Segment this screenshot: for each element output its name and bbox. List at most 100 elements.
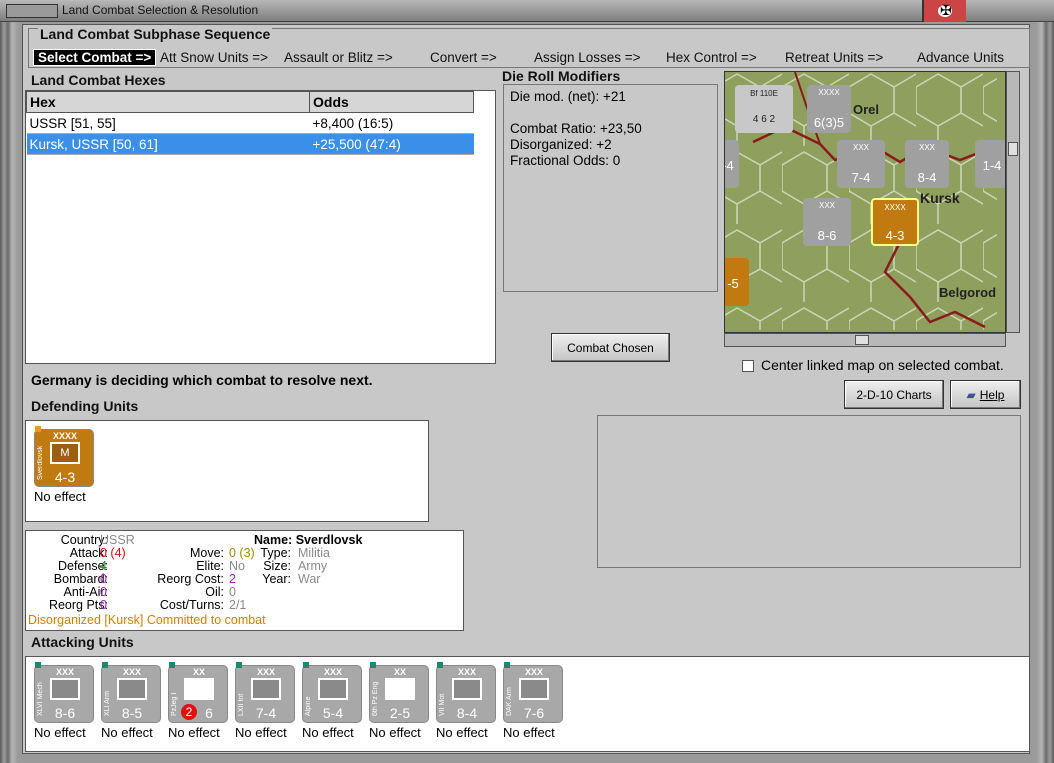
counter-size: XXXX — [884, 203, 906, 212]
center-map-checkbox[interactable] — [742, 360, 754, 372]
fractional-odds: Fractional Odds: 0 — [510, 153, 621, 168]
committed-text: Committed to combat — [146, 613, 266, 627]
help-button[interactable]: ▰ Help — [950, 380, 1021, 409]
counter-size: XXXX — [818, 88, 840, 97]
unit-strength: 6 — [205, 705, 213, 721]
table-row[interactable]: USSR [51, 55] +8,400 (16:5) — [26, 112, 474, 134]
name-value: Sverdlovsk — [295, 533, 363, 547]
unit-size: XX — [192, 667, 205, 677]
step-assault-blitz[interactable]: Assault or Blitz => — [284, 50, 393, 65]
map-counter[interactable]: XXX 8-6 — [803, 198, 851, 246]
map-label-kursk: Kursk — [920, 190, 960, 206]
map-counter[interactable]: XXX 8-4 — [905, 140, 949, 188]
counter-strength: -5 — [727, 276, 739, 291]
die-roll-modifiers: Die mod. (net): +21 Combat Ratio: +23,50… — [503, 84, 718, 292]
attacker-counter[interactable]: XX PzJeg I26 — [168, 662, 228, 723]
status-line: Disorganized [Kursk] Committed to combat — [28, 614, 266, 627]
map-counter-air[interactable]: Bf 110E 4 6 2 — [735, 85, 793, 133]
center-map-label: Center linked map on selected combat. — [761, 357, 1004, 373]
map-counter[interactable]: -5 — [725, 258, 749, 306]
attacker-effect: No effect — [168, 725, 220, 740]
counter-strength: 4 6 2 — [752, 114, 776, 125]
defender-effect: No effect — [34, 489, 86, 504]
hexes-table[interactable]: Hex Odds USSR [51, 55] +8,400 (16:5) Kur… — [26, 91, 474, 155]
odds-cell: +25,500 (47:4) — [309, 133, 474, 155]
counter-strength: 8-4 — [917, 170, 937, 185]
info-labels-col3: Type: Size: Year: — [255, 547, 291, 586]
map-counter[interactable]: 1-4 — [975, 140, 1005, 188]
status-text: Germany is deciding which combat to reso… — [31, 372, 373, 388]
die-net: Die mod. (net): +21 — [510, 89, 626, 104]
map-horizontal-scrollbar[interactable] — [724, 333, 1006, 347]
unit-strength: 7-6 — [523, 705, 545, 721]
attacker-counter[interactable]: XXX VII Mot 8-4 — [436, 662, 496, 723]
step-select-combat[interactable]: Select Combat => — [33, 49, 157, 66]
map-counter[interactable]: XXX 7-4 — [837, 140, 885, 188]
title-bar[interactable]: Land Combat Selection & Resolution — [0, 0, 1054, 22]
counter-strength: 7-4 — [851, 170, 871, 185]
attacker-counter[interactable]: XXX Alpine 5-4 — [302, 662, 362, 723]
step-convert[interactable]: Convert => — [430, 50, 497, 65]
unit-size: XXX — [524, 667, 543, 677]
unit-size: XXX — [323, 667, 342, 677]
year-label: Year: — [262, 572, 291, 586]
combat-chosen-button[interactable]: Combat Chosen — [551, 333, 670, 362]
attacker-effect: No effect — [503, 725, 555, 740]
unit-strength: 7-4 — [255, 705, 277, 721]
col-odds[interactable]: Odds — [309, 91, 474, 113]
armor-icon — [117, 678, 147, 700]
unit-size: XXX — [256, 667, 275, 677]
map-counter-selected[interactable]: XXXX 4-3 — [871, 198, 919, 246]
counter-strength: -4 — [725, 158, 734, 173]
step-att-snow[interactable]: Att Snow Units => — [160, 50, 268, 65]
unit-strength: 2-5 — [389, 705, 411, 721]
disorganized-mod: Disorganized: +2 — [510, 137, 612, 152]
counter-size: XXX — [918, 143, 935, 152]
attacker-effect: No effect — [34, 725, 86, 740]
defender-counter[interactable]: XXXX Sverdlovsk M 4-3 — [34, 426, 94, 487]
counter-strength: 8-6 — [817, 228, 837, 243]
name-label: Name: — [254, 533, 293, 547]
scroll-thumb[interactable] — [1008, 142, 1018, 156]
attacker-counter[interactable]: XXX XLVI Mech 8-6 — [34, 662, 94, 723]
map-counter[interactable]: XXXX 6(3)5 — [807, 85, 851, 133]
charts-button[interactable]: 2-D-10 Charts — [844, 380, 944, 409]
engineer-icon — [385, 678, 415, 700]
unit-strength: 4-3 — [54, 469, 76, 485]
unit-size: XX — [393, 667, 406, 677]
unit-size: XXX — [457, 667, 476, 677]
attacking-units: XXX XLVI Mech 8-6 No effect XXX XLI Arm 8-5 … — [25, 656, 1030, 752]
reorg-label: Reorg Pts: — [48, 598, 108, 612]
map-label-belgorod: Belgorod — [939, 285, 997, 300]
info-labels-col1: Country: Attack: Defense: Bombard: Anti-… — [30, 534, 108, 612]
attacking-title: Attacking Units — [31, 634, 134, 650]
attacker-counter[interactable]: XX 6th Pz Eng 2-5 — [369, 662, 429, 723]
attacker-counter[interactable]: XXX XLI Arm 8-5 — [101, 662, 161, 723]
infantry-icon — [251, 678, 281, 700]
odds-cell: +8,400 (16:5) — [309, 112, 474, 134]
step-advance[interactable]: Advance Units — [917, 50, 1004, 65]
help-label: Help — [979, 387, 1005, 402]
attacker-counter[interactable]: XXX DAK Arm 7-6 — [503, 662, 563, 723]
table-row-selected[interactable]: Kursk, USSR [50, 61] +25,500 (47:4) — [26, 133, 474, 155]
reorg-value: 0 — [100, 598, 107, 612]
defending-title: Defending Units — [31, 398, 139, 414]
counter-name: Bf 110E — [750, 89, 778, 98]
linked-map[interactable]: Bf 110E 4 6 2 XXXX 6(3)5 Orel XXX 7-4 XX… — [724, 71, 1006, 333]
step-hex-control[interactable]: Hex Control => — [666, 50, 757, 65]
attacker-counter[interactable]: XXX LXII Inf 7-4 — [235, 662, 295, 723]
book-icon: ▰ — [966, 387, 976, 402]
scroll-thumb[interactable] — [855, 335, 869, 345]
unit-size: XXX — [55, 667, 74, 677]
window-menu-icon[interactable] — [6, 4, 58, 18]
step-retreat[interactable]: Retreat Units => — [785, 50, 883, 65]
col-hex[interactable]: Hex — [26, 91, 310, 113]
unit-strength: 8-4 — [456, 705, 478, 721]
sequence-title: Land Combat Subphase Sequence — [38, 26, 273, 42]
step-assign-losses[interactable]: Assign Losses => — [534, 50, 641, 65]
map-counter[interactable]: -4 — [725, 140, 739, 188]
window-title: Land Combat Selection & Resolution — [62, 3, 259, 17]
map-vertical-scrollbar[interactable] — [1006, 71, 1020, 333]
unit-info: Country: Attack: Defense: Bombard: Anti-… — [25, 530, 464, 631]
hexes-title: Land Combat Hexes — [31, 72, 166, 88]
